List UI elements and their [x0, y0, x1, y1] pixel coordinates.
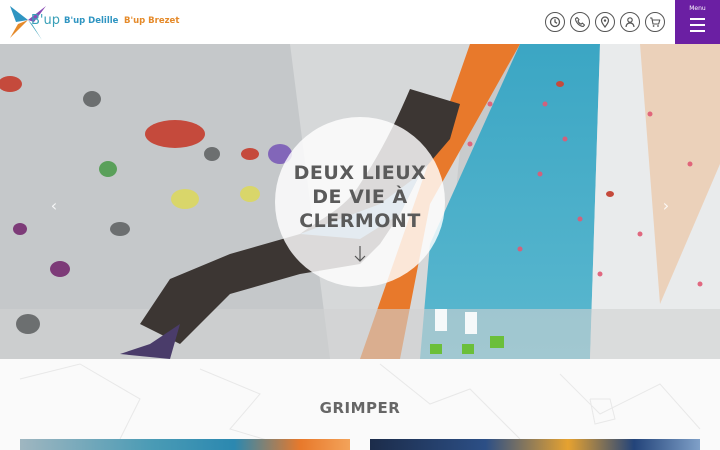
site-link-brezet[interactable]: B'up Brezet — [124, 16, 179, 26]
header: B'up B'up Delille B'up Brezet Menu — [0, 0, 720, 44]
menu-label: Menu — [689, 5, 706, 12]
hero-title-line: DEUX LIEUX — [293, 162, 427, 184]
phone-icon — [574, 16, 586, 28]
hero-title-line: DE VIE À — [312, 186, 408, 208]
hamburger-icon — [690, 18, 705, 36]
activity-card-image[interactable] — [370, 439, 700, 450]
section-title: GRIMPER — [319, 399, 401, 417]
clock-icon — [549, 16, 561, 28]
carousel-prev-arrow[interactable]: ‹ — [44, 196, 64, 216]
hero-title-line: CLERMONT — [299, 210, 421, 232]
location-button[interactable] — [595, 12, 615, 32]
user-icon — [625, 17, 635, 28]
activity-card-image[interactable] — [20, 439, 350, 450]
carousel-next-arrow[interactable]: › — [656, 196, 676, 216]
hero-title: DEUX LIEUX DE VIE À CLERMONT — [275, 161, 445, 233]
site-link-delille[interactable]: B'up Delille — [64, 16, 118, 26]
cart-icon — [650, 17, 661, 27]
location-pin-icon — [600, 16, 610, 28]
hours-button[interactable] — [545, 12, 565, 32]
menu-button[interactable]: Menu — [675, 0, 720, 44]
hero-circle: DEUX LIEUX DE VIE À CLERMONT — [275, 117, 445, 287]
hero-banner: ‹ › DEUX LIEUX DE VIE À CLERMONT — [0, 44, 720, 359]
cart-button[interactable] — [645, 12, 665, 32]
arrow-down-icon[interactable] — [353, 245, 367, 263]
phone-button[interactable] — [570, 12, 590, 32]
account-button[interactable] — [620, 12, 640, 32]
grimper-section: GRIMPER — [0, 359, 720, 450]
logo-text: B'up — [31, 13, 60, 28]
